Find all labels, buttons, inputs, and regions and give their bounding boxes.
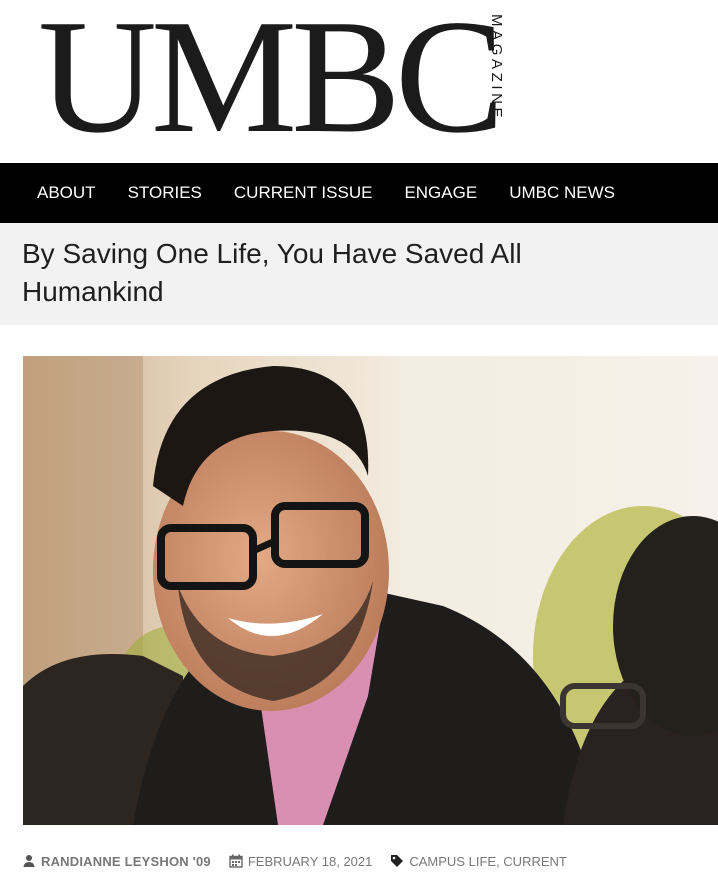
hero-photo-illustration [23,356,718,825]
author-link[interactable]: RANDIANNE LEYSHON '09 [41,854,211,869]
site-logo[interactable]: UMBC [38,0,505,159]
hero-image [23,356,718,825]
page-title: By Saving One Life, You Have Saved All H… [22,238,522,307]
tags-group: CAMPUS LIFE , CURRENT [390,853,567,869]
nav-item-current-issue[interactable]: CURRENT ISSUE [234,183,373,203]
logo-wordmark: UMBC [38,0,505,167]
nav-item-about[interactable]: ABOUT [37,183,96,203]
tag-campus-life[interactable]: CAMPUS LIFE [409,854,496,869]
nav-item-umbc-news[interactable]: UMBC NEWS [509,183,615,203]
user-icon [23,855,35,867]
author-group: RANDIANNE LEYSHON '09 [22,854,211,869]
logo-magazine-label: MAGAZINE [488,14,505,122]
nav-item-engage[interactable]: ENGAGE [404,183,477,203]
calendar-icon [229,854,243,868]
publish-date: FEBRUARY 18, 2021 [247,853,373,869]
date-group: FEBRUARY 18, 2021 [229,853,373,869]
title-band: By Saving One Life, You Have Saved All H… [0,223,718,325]
tag-current[interactable]: CURRENT [503,854,567,869]
nav-item-stories[interactable]: STORIES [128,183,202,203]
main-nav: ABOUT STORIES CURRENT ISSUE ENGAGE UMBC … [0,163,718,223]
article-meta: RANDIANNE LEYSHON '09 FEBRUARY 18, 2021 … [22,851,585,871]
tag-separator: , [496,853,504,869]
masthead: UMBC MAGAZINE [0,0,718,163]
tag-icon [391,855,404,867]
